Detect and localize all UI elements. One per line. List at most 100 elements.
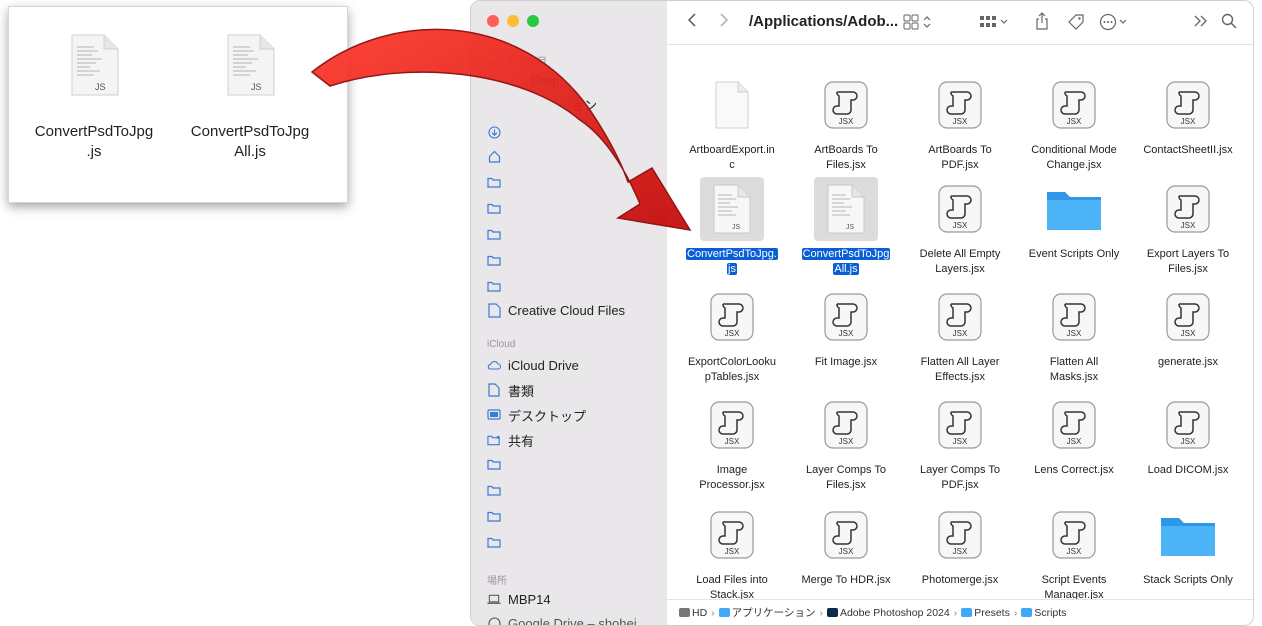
file-item[interactable]: JSX Delete All Empty Layers.jsx [903, 177, 1017, 277]
laptop-icon [487, 592, 501, 606]
sidebar-item-1[interactable] [487, 145, 501, 167]
tags-button[interactable] [1067, 13, 1085, 36]
file-item[interactable]: JSX Layer Comps To Files.jsx [789, 393, 903, 493]
cloud-icon [487, 358, 501, 372]
file-name: Image Processor.jsx [699, 464, 765, 491]
folder-icon [487, 279, 501, 293]
path-separator: › [819, 606, 823, 619]
file-item[interactable]: JSX ContactSheetII.jsx [1131, 73, 1245, 158]
sidebar-item-3[interactable] [487, 197, 501, 219]
file-name: Delete All Empty Layers.jsx [919, 248, 1001, 275]
file-item[interactable]: JSX Merge To HDR.jsx [789, 503, 903, 588]
file-thumbnail: JSX [814, 393, 878, 457]
file-item[interactable]: JS ConvertPsdToJpg All.js [789, 177, 903, 277]
sidebar-folder-2[interactable] [487, 505, 501, 527]
file-thumbnail [700, 73, 764, 137]
path-segment[interactable]: HD [679, 607, 707, 619]
back-button[interactable] [687, 12, 697, 33]
folder-item[interactable]: Event Scripts Only [1017, 177, 1131, 262]
path-separator: › [953, 606, 958, 619]
file-item[interactable]: JSX Script Events Manager.jsx [1017, 503, 1131, 603]
search-button[interactable] [1221, 13, 1237, 34]
jsx-script-icon: JSX [1166, 401, 1210, 449]
jsx-script-icon: JSX [1166, 293, 1210, 341]
sidebar-item-documents[interactable]: 書類 [487, 379, 534, 401]
path-segment[interactable]: Scripts [1021, 607, 1066, 619]
forward-button[interactable] [719, 12, 729, 33]
sidebar-item-creative-cloud[interactable]: Creative Cloud Files [487, 299, 625, 321]
jsx-script-icon: JSX [938, 81, 982, 129]
share-button[interactable] [1035, 12, 1049, 35]
svg-text:JSX: JSX [1181, 437, 1196, 446]
folder-icon [487, 457, 501, 471]
file-item[interactable]: JSX generate.jsx [1131, 285, 1245, 370]
callout-file-name: ConvertPsdToJpg .js [34, 123, 154, 160]
search-icon [1221, 13, 1237, 29]
sidebar-item-shared[interactable]: 共有 [487, 429, 534, 451]
callout-file-convertpsdtojpg[interactable]: JS ConvertPsdToJpg .js [19, 33, 169, 162]
file-item[interactable]: JSX Layer Comps To PDF.jsx [903, 393, 1017, 493]
window-controls [487, 15, 539, 27]
file-item[interactable]: JSX Flatten All Layer Effects.jsx [903, 285, 1017, 385]
toolbar: /Applications/Adob... [667, 1, 1253, 45]
sidebar-item-2[interactable] [487, 171, 501, 193]
sidebar-item-applications[interactable]: ョン [571, 93, 597, 115]
folder-item[interactable]: Stack Scripts Only [1131, 503, 1245, 588]
view-mode-button[interactable] [903, 14, 933, 35]
file-item[interactable]: JSX Lens Correct.jsx [1017, 393, 1131, 478]
zoom-button[interactable] [527, 15, 539, 27]
sidebar-item-desktop[interactable]: デスクトップ [487, 404, 586, 426]
file-item[interactable]: JSX ExportColorLooku pTables.jsx [675, 285, 789, 385]
path-segment[interactable]: Presets [961, 607, 1010, 619]
file-item[interactable]: JSX Conditional Mode Change.jsx [1017, 73, 1131, 173]
sidebar-item-google-drive[interactable]: Google Drive – shohei [487, 612, 637, 625]
sidebar-item-6[interactable] [487, 275, 501, 297]
file-thumbnail [1042, 177, 1106, 241]
sidebar-item-label: 共有 [508, 433, 535, 449]
sidebar-item-airdrop[interactable]: Drop [531, 69, 559, 91]
file-item[interactable]: JSX Photomerge.jsx [903, 503, 1017, 588]
minimize-button[interactable] [507, 15, 519, 27]
path-segment[interactable]: アプリケーション [718, 605, 815, 620]
file-item[interactable]: ArtboardExport.in c [675, 73, 789, 173]
js-document-icon: JS [227, 34, 275, 96]
close-button[interactable] [487, 15, 499, 27]
sidebar-item-4[interactable] [487, 223, 501, 245]
file-item[interactable]: JSX ArtBoards To PDF.jsx [903, 73, 1017, 173]
svg-text:JSX: JSX [725, 547, 740, 556]
svg-text:JSX: JSX [953, 329, 968, 338]
file-name: ArtboardExport.in c [689, 144, 775, 171]
sidebar-item-mbp14[interactable]: MBP14 [487, 588, 551, 610]
file-thumbnail: JSX [1156, 73, 1220, 137]
sidebar: よく使う項目 Drop ョン Creative Cloud Files iClo… [471, 1, 667, 625]
sidebar-item-0[interactable] [487, 121, 501, 143]
file-item[interactable]: JSX Fit Image.jsx [789, 285, 903, 370]
file-name: Load DICOM.jsx [1147, 464, 1229, 476]
file-item[interactable]: JSX Export Layers To Files.jsx [1131, 177, 1245, 277]
sidebar-folder-0[interactable] [487, 453, 501, 475]
overflow-button[interactable] [1193, 14, 1209, 33]
chevron-right-icon [720, 13, 729, 27]
jsx-script-icon: JSX [1166, 81, 1210, 129]
jsx-script-icon: JSX [824, 511, 868, 559]
jsx-script-icon: JSX [710, 511, 754, 559]
sidebar-item-icloud-drive[interactable]: iCloud Drive [487, 354, 579, 376]
file-name: ContactSheetII.jsx [1143, 144, 1233, 156]
blank-document-icon [715, 81, 749, 129]
sidebar-folder-3[interactable] [487, 531, 501, 553]
file-name: Merge To HDR.jsx [801, 574, 891, 586]
file-item[interactable]: JSX Flatten All Masks.jsx [1017, 285, 1131, 385]
file-item[interactable]: JSX Load Files into Stack.jsx [675, 503, 789, 603]
group-button[interactable] [979, 14, 1009, 35]
more-actions-button[interactable] [1099, 13, 1129, 36]
callout-file-convertpsdtojpgall[interactable]: JS ConvertPsdToJpg All.js [175, 33, 325, 162]
file-item[interactable]: JSX ArtBoards To Files.jsx [789, 73, 903, 173]
file-thumbnail: JSX [700, 285, 764, 349]
file-item[interactable]: JS ConvertPsdToJpg. js [675, 177, 789, 277]
path-segment[interactable]: Adobe Photoshop 2024 [826, 607, 950, 619]
file-item[interactable]: JSX Load DICOM.jsx [1131, 393, 1245, 478]
file-item[interactable]: JSX Image Processor.jsx [675, 393, 789, 493]
file-name: ArtBoards To PDF.jsx [928, 144, 992, 171]
sidebar-item-5[interactable] [487, 249, 501, 271]
sidebar-folder-1[interactable] [487, 479, 501, 501]
